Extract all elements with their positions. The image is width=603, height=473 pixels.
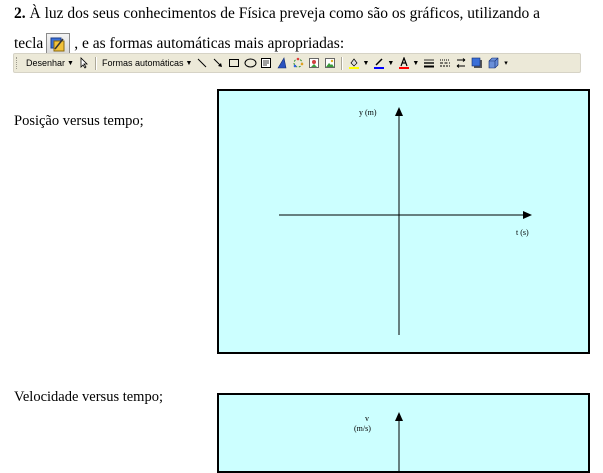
- line-color-icon[interactable]: [372, 56, 386, 70]
- shadow-icon[interactable]: [470, 56, 484, 70]
- wordart-icon[interactable]: [275, 56, 289, 70]
- question-line-2: tecla , e as formas automáticas mais apr…: [14, 31, 345, 55]
- graph-position-label: Posição versus tempo;: [14, 113, 144, 129]
- rectangle-icon[interactable]: [227, 56, 241, 70]
- textbox-icon[interactable]: [259, 56, 273, 70]
- draw-toolbar-key-icon[interactable]: [46, 33, 71, 55]
- font-color-icon[interactable]: [397, 56, 411, 70]
- arrow-icon[interactable]: [211, 56, 225, 70]
- y-axis-label-unit: (m/s): [354, 424, 371, 433]
- oval-icon[interactable]: [243, 56, 257, 70]
- chevron-down-icon[interactable]: ▼: [387, 60, 394, 67]
- y-axis-arrowhead: [395, 107, 403, 116]
- drawing-toolbar: Desenhar ▼ Formas automáticas ▼ ▼ ▼ ▼ ▾: [13, 53, 581, 73]
- dash-style-icon[interactable]: [438, 56, 452, 70]
- chevron-down-icon: ▼: [185, 59, 193, 67]
- line-style-icon[interactable]: [422, 56, 436, 70]
- draw-menu-button[interactable]: Desenhar ▼: [24, 55, 76, 71]
- toolbar-options-chevron-icon[interactable]: ▾: [504, 59, 508, 67]
- question-number: 2.: [14, 5, 26, 22]
- 3d-icon[interactable]: [486, 56, 500, 70]
- question-text-2a: tecla: [14, 35, 44, 52]
- toolbar-grip[interactable]: [16, 57, 20, 69]
- x-axis-arrowhead: [523, 211, 532, 219]
- autoshapes-menu-button[interactable]: Formas automáticas ▼: [100, 55, 194, 71]
- picture-icon[interactable]: [323, 56, 337, 70]
- position-time-graph[interactable]: y (m) t (s): [217, 89, 590, 354]
- arrow-style-icon[interactable]: [454, 56, 468, 70]
- y-axis-label-symbol: v: [365, 414, 369, 423]
- y-axis-label: y (m): [359, 108, 377, 117]
- chevron-down-icon[interactable]: ▼: [362, 60, 369, 67]
- question-line-1: 2. À luz dos seus conhecimentos de Físic…: [14, 5, 540, 23]
- graph-velocity-label: Velocidade versus tempo;: [14, 389, 163, 405]
- autoshapes-menu-label: Formas automáticas: [101, 58, 184, 68]
- position-time-axes: [279, 107, 532, 335]
- velocity-time-axes: [395, 412, 403, 471]
- chevron-down-icon: ▼: [67, 59, 74, 67]
- separator: [341, 56, 344, 70]
- select-pointer-icon[interactable]: [77, 56, 91, 70]
- separator: [94, 56, 97, 70]
- line-icon[interactable]: [195, 56, 209, 70]
- y-axis-arrowhead: [395, 412, 403, 421]
- question-text-2b: , e as formas automáticas mais apropriad…: [74, 35, 345, 52]
- diagram-icon[interactable]: [291, 56, 305, 70]
- clipart-icon[interactable]: [307, 56, 321, 70]
- question-text-1: À luz dos seus conhecimentos de Física p…: [25, 5, 541, 22]
- x-axis-label: t (s): [516, 228, 529, 237]
- draw-menu-label: Desenhar: [26, 58, 66, 68]
- velocity-time-graph[interactable]: v (m/s): [217, 393, 590, 473]
- chevron-down-icon[interactable]: ▼: [412, 60, 419, 67]
- fill-color-icon[interactable]: [347, 56, 361, 70]
